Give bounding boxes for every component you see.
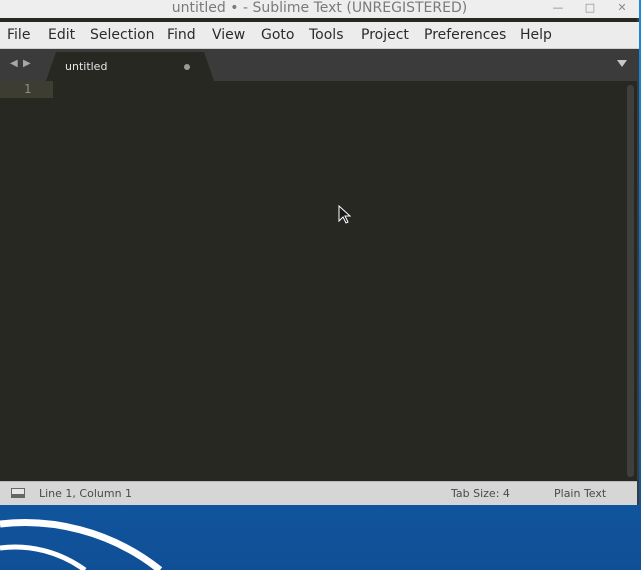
menu-project[interactable]: Project <box>361 26 409 44</box>
chevron-right-icon[interactable]: ▶ <box>23 58 31 70</box>
line-number: 1 <box>24 82 32 96</box>
triangle-down-icon[interactable] <box>617 60 627 67</box>
chevron-left-icon[interactable]: ◀ <box>10 58 18 70</box>
panel-toggle-icon[interactable] <box>11 488 25 498</box>
vertical-scrollbar[interactable] <box>627 85 634 477</box>
cursor-position: Line 1, Column 1 <box>39 487 133 500</box>
menu-help[interactable]: Help <box>520 26 552 44</box>
sublime-window: untitled • - Sublime Text (UNREGISTERED)… <box>0 0 639 505</box>
status-bar: Line 1, Column 1 Tab Size: 4 Plain Text <box>0 481 637 505</box>
menu-find[interactable]: Find <box>167 26 196 44</box>
title-bar[interactable]: untitled • - Sublime Text (UNREGISTERED)… <box>0 0 639 18</box>
tab-bar: ◀ ▶ untitled <box>0 49 639 81</box>
close-icon[interactable]: ✕ <box>615 1 629 15</box>
menu-tools[interactable]: Tools <box>309 26 344 44</box>
menu-preferences[interactable]: Preferences <box>424 26 506 44</box>
tab-label: untitled <box>65 60 108 73</box>
tab-untitled[interactable]: untitled <box>46 52 214 81</box>
menu-goto[interactable]: Goto <box>261 26 294 44</box>
menu-edit[interactable]: Edit <box>48 26 75 44</box>
current-line-gutter: 1 <box>0 81 53 98</box>
menu-selection[interactable]: Selection <box>90 26 155 44</box>
menu-file[interactable]: File <box>7 26 30 44</box>
tab-size-selector[interactable]: Tab Size: 4 <box>451 487 510 500</box>
mouse-pointer-icon <box>338 205 352 224</box>
unsaved-dot-icon[interactable] <box>184 64 190 70</box>
menu-bar: File Edit Selection Find View Goto Tools… <box>0 22 639 49</box>
minimize-icon[interactable]: — <box>551 1 565 15</box>
menu-view[interactable]: View <box>212 26 245 44</box>
syntax-selector[interactable]: Plain Text <box>554 487 606 500</box>
editor-area[interactable]: 1 <box>0 81 637 481</box>
window-title: untitled • - Sublime Text (UNREGISTERED) <box>171 0 468 16</box>
maximize-icon[interactable]: □ <box>583 1 597 15</box>
